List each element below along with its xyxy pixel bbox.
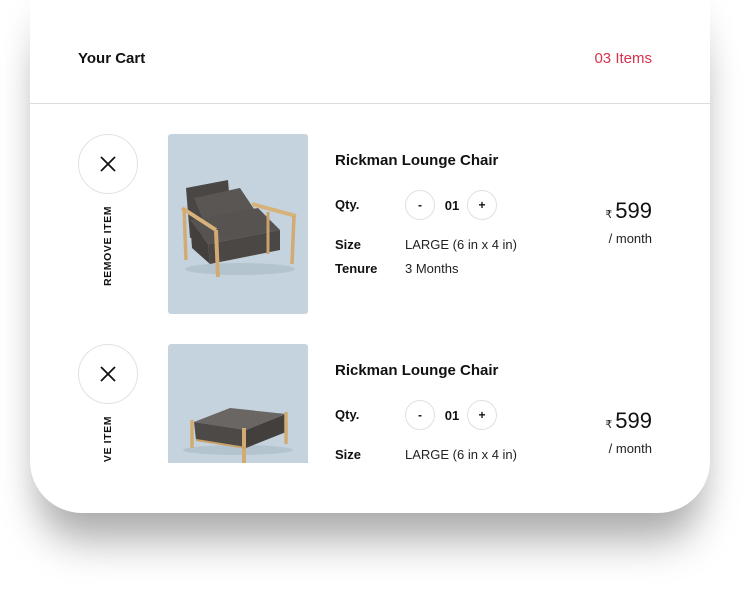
cart-title: Your Cart <box>78 50 146 67</box>
close-icon <box>100 156 116 172</box>
ottoman-image <box>183 408 293 463</box>
qty-decrease-button[interactable]: - <box>405 190 435 220</box>
size-value: LARGE (6 in x 4 in) <box>405 447 517 462</box>
item-price: ₹ 599 <box>605 408 652 434</box>
remove-item-label[interactable]: REMOVE ITEM <box>102 206 114 286</box>
qty-increase-button[interactable]: + <box>467 400 497 430</box>
qty-value: 01 <box>444 408 460 423</box>
product-image-ottoman[interactable] <box>168 344 308 463</box>
qty-increase-button[interactable]: + <box>467 190 497 220</box>
remove-item-button[interactable] <box>78 134 138 194</box>
tenure-label: Tenure <box>335 261 378 276</box>
remove-item-label[interactable]: REMOVE ITEM <box>102 416 114 463</box>
lounge-chair-image <box>180 180 297 278</box>
price-period: / month <box>608 231 652 246</box>
size-label: Size <box>335 447 362 462</box>
currency-symbol: ₹ <box>605 209 613 221</box>
qty-label: Qty. <box>335 197 360 212</box>
cart-item: REMOVE ITEM Rickman Lounge Chair Qty. - … <box>30 134 710 344</box>
item-price: ₹ 599 <box>605 198 652 224</box>
tenure-value: 3 Months <box>405 261 459 276</box>
price-amount: 599 <box>615 198 652 223</box>
price-amount: 599 <box>615 408 652 433</box>
qty-label: Qty. <box>335 407 360 422</box>
qty-value: 01 <box>444 198 460 213</box>
remove-item-button[interactable] <box>78 344 138 404</box>
cart-item: REMOVE ITEM Rickman Lounge Chair Qty. - … <box>30 344 710 463</box>
qty-decrease-button[interactable]: - <box>405 400 435 430</box>
price-period: / month <box>608 441 652 456</box>
cart-item-count: 03 Items <box>594 50 652 67</box>
product-name[interactable]: Rickman Lounge Chair <box>335 152 498 169</box>
cart-header: Your Cart 03 Items <box>30 0 710 104</box>
close-icon <box>100 366 116 382</box>
currency-symbol: ₹ <box>605 419 613 431</box>
product-image-lounge-chair[interactable] <box>168 134 308 314</box>
product-name[interactable]: Rickman Lounge Chair <box>335 362 498 379</box>
cart-item-list[interactable]: REMOVE ITEM Rickman Lounge Chair Qty. - … <box>30 104 710 463</box>
size-value: LARGE (6 in x 4 in) <box>405 237 517 252</box>
cart-card: Your Cart 03 Items REMOVE ITEM Rickman L… <box>30 0 710 513</box>
size-label: Size <box>335 237 362 252</box>
